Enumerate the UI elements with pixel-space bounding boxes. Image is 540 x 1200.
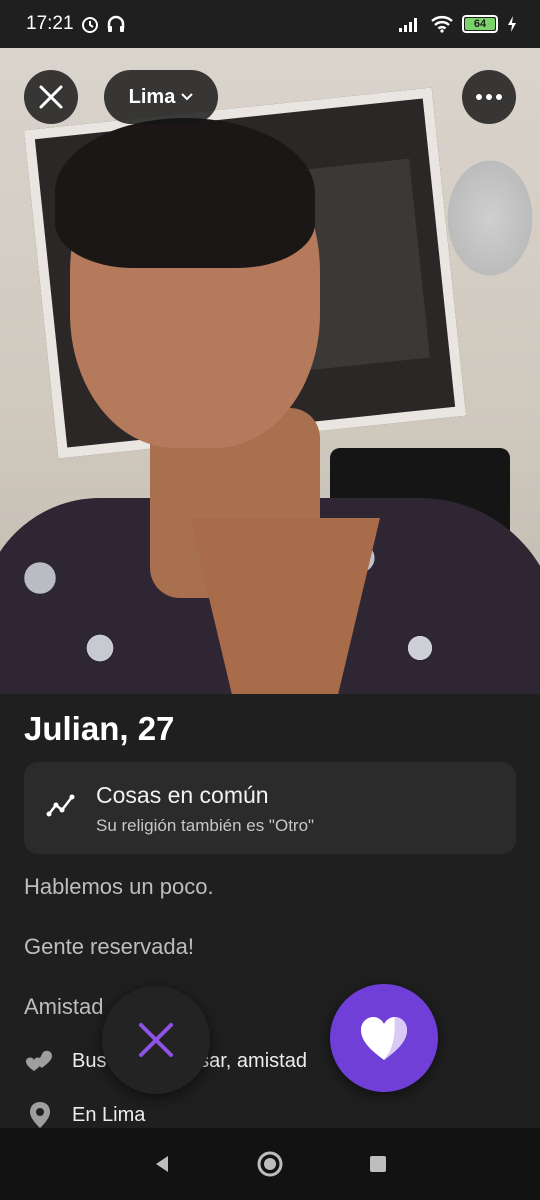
city-label: Lima [128, 85, 176, 108]
status-time: 17:21 [26, 13, 74, 34]
more-icon [476, 94, 502, 100]
battery-level: 64 [465, 18, 495, 30]
status-right: 64 [398, 15, 518, 33]
profile-name: Julian, 27 [24, 710, 175, 747]
common-subtitle: Su religión también es "Otro" [96, 816, 315, 835]
charging-icon [508, 16, 516, 32]
battery-icon: 64 [462, 15, 498, 33]
close-icon [39, 85, 63, 109]
back-icon[interactable] [152, 1154, 172, 1174]
recents-icon[interactable] [368, 1154, 388, 1174]
status-left: 17:21 [26, 13, 126, 35]
looking-for-tail: rsar, amistad [192, 1049, 307, 1072]
wifi-icon [431, 16, 453, 33]
alarm-icon [81, 17, 98, 33]
like-button[interactable] [330, 984, 438, 1092]
bio-line-2: Gente reservada! [24, 934, 194, 959]
home-icon[interactable] [256, 1150, 284, 1178]
common-title: Cosas en común [96, 782, 269, 808]
common-interests-card[interactable]: Cosas en común Su religión también es "O… [24, 762, 516, 854]
dislike-button[interactable] [102, 986, 210, 1094]
x-icon [139, 1023, 173, 1057]
bio-line-3: Amistad [24, 994, 104, 1019]
more-options-button[interactable] [462, 70, 516, 124]
status-bar: 17:21 64 [0, 0, 540, 48]
close-button[interactable] [24, 70, 78, 124]
location-pin-icon [30, 1102, 50, 1128]
trend-icon [46, 794, 75, 817]
bio-line-1: Hablemos un poco. [24, 874, 214, 899]
chevron-down-icon [181, 93, 194, 101]
location-text: En Lima [72, 1103, 146, 1126]
signal-icon [399, 18, 417, 32]
photo-hair [55, 118, 315, 268]
headphones-icon [107, 15, 124, 32]
location-row: En Lima [24, 1100, 145, 1130]
profile-photo[interactable] [0, 48, 540, 694]
system-nav-bar [0, 1128, 540, 1200]
looking-for-text: Bus [72, 1049, 107, 1072]
hearts-icon [26, 1050, 52, 1071]
city-selector[interactable]: Lima [104, 70, 218, 124]
heart-icon [361, 1017, 407, 1060]
